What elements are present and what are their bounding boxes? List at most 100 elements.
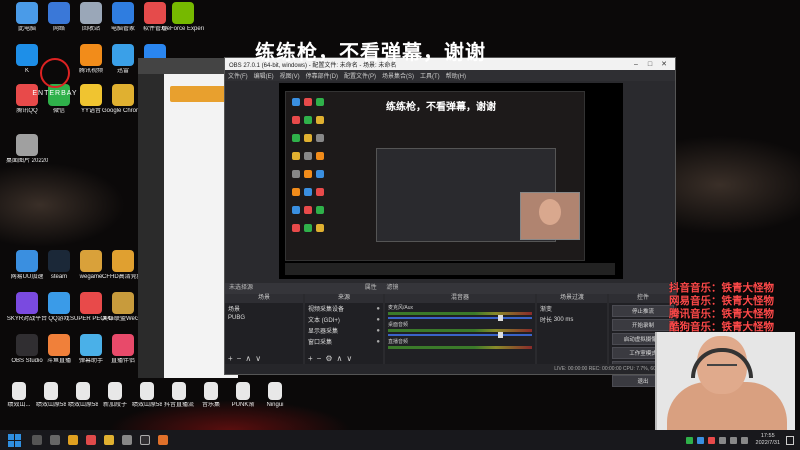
start-button[interactable]: [6, 433, 22, 447]
tray-icon[interactable]: [718, 436, 726, 444]
desktop-file-icon[interactable]: 音乐集: [196, 382, 226, 409]
properties-button[interactable]: 属性: [365, 285, 377, 291]
source-item[interactable]: 文本 (GDI+) ●: [305, 314, 383, 325]
app-icon: [48, 292, 70, 314]
file-label: 新加段子: [102, 402, 127, 408]
browser-window[interactable]: [138, 58, 238, 378]
menu-item[interactable]: 工具(T): [420, 71, 440, 80]
app-icon: [80, 334, 102, 356]
mixer-channel[interactable]: 直播音频: [385, 337, 535, 351]
file-icon: [140, 382, 154, 400]
app-icon: [48, 334, 70, 356]
preview-nested-desktop: 练练枪，不看弹幕，谢谢 ▪▪▪▪▪▪▪▪▪▪▪▪: [285, 91, 585, 261]
volume-icon[interactable]: [740, 436, 748, 444]
app-icon: [16, 250, 38, 272]
tray-icon[interactable]: [696, 436, 704, 444]
volume-slider[interactable]: [388, 315, 532, 321]
app-icon: [16, 134, 38, 156]
menu-item[interactable]: 编辑(E): [254, 71, 274, 80]
desktop-file-icon[interactable]: 绩效山原58号2: [68, 382, 98, 409]
mixer-channel[interactable]: 桌面音频: [385, 320, 535, 338]
desktop-file-icon[interactable]: 绩效山原58号4: [132, 382, 162, 409]
browser-tab-bar[interactable]: [138, 58, 238, 74]
preview-icon: [316, 98, 324, 106]
obs-menubar: 文件(F) 编辑(E) 视图(V) 停靠部件(D) 配置文件(P) 场景集合(S) 工具(T…: [225, 70, 675, 81]
music-line: 抖音音乐：铁青大怪物: [669, 282, 774, 294]
filters-button[interactable]: 滤镜: [386, 285, 398, 291]
chrome-icon[interactable]: [104, 435, 114, 445]
app-icon: [112, 44, 134, 66]
file-explorer-icon[interactable]: [68, 435, 78, 445]
source-tools[interactable]: +−⚙∧∨: [308, 354, 356, 363]
menu-item[interactable]: 停靠部件(D): [306, 71, 338, 80]
file-label: Ningui: [266, 402, 284, 408]
preview-icon: [292, 152, 300, 160]
preview-icon: [292, 98, 300, 106]
desktop-file-icon[interactable]: 抖音直播流程: [164, 382, 194, 409]
minimize-icon[interactable]: –: [629, 61, 643, 68]
preview-icon: [304, 98, 312, 106]
preview-icon: [292, 224, 300, 232]
browser-sidebar: [138, 74, 164, 378]
task-view-icon[interactable]: [50, 435, 60, 445]
transition-type-select[interactable]: 渐变: [537, 303, 607, 314]
preview-stream-title: 练练枪，不看弹幕，谢谢: [386, 102, 496, 113]
file-icon: [108, 382, 122, 400]
preview-icon: [304, 224, 312, 232]
scene-tools[interactable]: +−∧∨: [228, 354, 265, 363]
eye-icon: ●: [376, 327, 380, 334]
file-label: 抖音直播流程: [164, 402, 194, 408]
preview-icon: [316, 134, 324, 142]
desktop-file-icon[interactable]: 新加段子: [100, 382, 130, 409]
control-button[interactable]: 开始录制: [612, 319, 674, 331]
source-item[interactable]: 显示器采集 ●: [305, 325, 383, 336]
enterbay-logo: ENTERBAY: [10, 58, 100, 97]
network-icon[interactable]: [729, 436, 737, 444]
tray-icon[interactable]: [707, 436, 715, 444]
close-icon[interactable]: ✕: [657, 60, 671, 68]
music-overlay: 抖音音乐：铁青大怪物 网易音乐：铁青大怪物 腾讯音乐：铁青大怪物 酷狗音乐：铁青…: [669, 282, 800, 334]
system-tray: 17:55 2022/7/31: [684, 433, 800, 447]
preview-icon: [292, 116, 300, 124]
app-icon: [80, 292, 102, 314]
app-icon: [112, 292, 134, 314]
search-icon[interactable]: [32, 435, 42, 445]
notification-icon[interactable]: [786, 435, 794, 445]
desktop-file-icon[interactable]: 绩效山原58号1: [36, 382, 66, 409]
app-icon[interactable]: [86, 435, 96, 445]
clock[interactable]: 17:55 2022/7/31: [756, 433, 780, 447]
preview-icon: [304, 206, 312, 214]
scene-item[interactable]: PUBG: [225, 314, 303, 322]
app-icon[interactable]: [122, 435, 132, 445]
app-icon[interactable]: [158, 435, 168, 445]
desktop-file-icon[interactable]: PUNK渐: [228, 382, 258, 409]
file-label: 音乐集: [201, 402, 220, 408]
desktop-file-icon[interactable]: Ningui: [260, 382, 290, 409]
desktop-file-icon[interactable]: 绩效山...: [4, 382, 34, 409]
eye-icon: ●: [376, 305, 380, 312]
menu-item[interactable]: 视图(V): [280, 71, 300, 80]
source-item[interactable]: 窗口采集 ●: [305, 336, 383, 347]
source-item[interactable]: 视频采集设备 ●: [305, 303, 383, 314]
scene-item[interactable]: 场景: [225, 303, 303, 314]
file-icon: [76, 382, 90, 400]
menu-item[interactable]: 配置文件(P): [344, 71, 376, 80]
preview-icon: [292, 188, 300, 196]
menu-item[interactable]: 场景集合(S): [382, 71, 414, 80]
desktop-icon[interactable]: GeForce Experience: [162, 2, 204, 33]
control-button[interactable]: 停止推流: [612, 305, 674, 317]
menu-item[interactable]: 帮助(H): [446, 71, 466, 80]
controls-header: 控件: [609, 294, 677, 303]
preview-icon: [304, 116, 312, 124]
obs-taskbar-icon[interactable]: [140, 435, 150, 445]
obs-window[interactable]: OBS 27.0.1 (64-bit, windows) - 配置文件: 未命名…: [224, 57, 677, 387]
menu-item[interactable]: 文件(F): [228, 71, 248, 80]
desktop-icon[interactable]: 桌面图片 2022070...: [6, 134, 48, 165]
maximize-icon[interactable]: □: [643, 61, 657, 68]
transition-duration[interactable]: 时长 300 ms: [537, 314, 607, 325]
mixer-channel[interactable]: 麦克风/Aux: [385, 303, 535, 321]
tray-icon[interactable]: [685, 436, 693, 444]
volume-slider[interactable]: [388, 332, 532, 338]
mixer-header: 混音器: [385, 294, 535, 303]
obs-preview[interactable]: 练练枪，不看弹幕，谢谢 ▪▪▪▪▪▪▪▪▪▪▪▪: [279, 83, 623, 279]
